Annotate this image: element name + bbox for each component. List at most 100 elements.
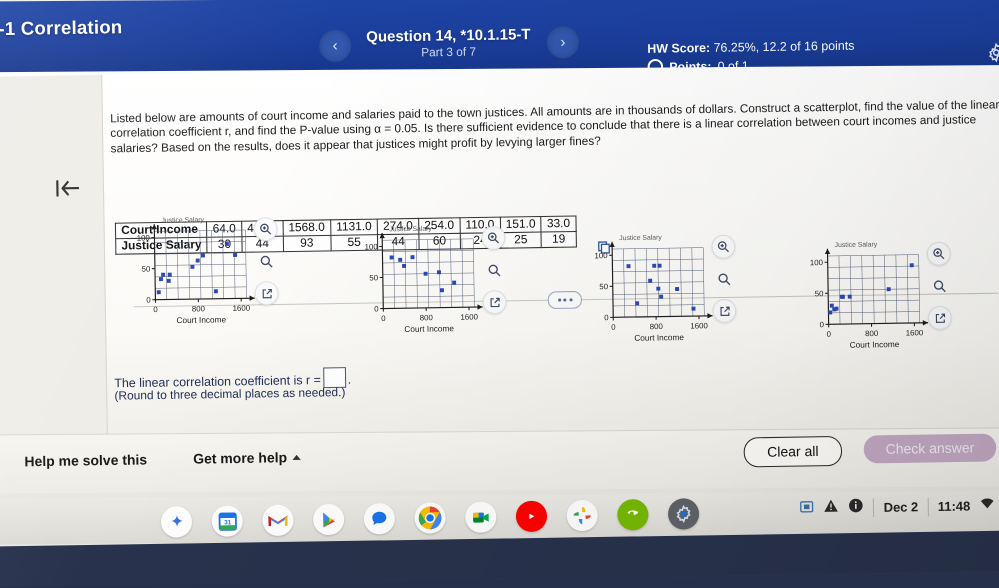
action-bar: tip Help me solve this Get more help Cle… (0, 427, 999, 493)
svg-text:0: 0 (153, 305, 158, 314)
dot-icon (569, 298, 572, 301)
scatterplot-b[interactable]: 0 800 1600 0 50 100 Justice Salary Court Income (357, 224, 485, 347)
youtube-icon[interactable] (516, 501, 548, 533)
zoom-out-icon[interactable] (712, 267, 736, 291)
gemini-icon[interactable] (161, 506, 193, 538)
scatterplot-a[interactable]: 08001600050100Justice SalaryCourt Income (129, 215, 257, 338)
clear-all-label: Clear all (767, 444, 819, 460)
warning-triangle-icon[interactable] (823, 498, 839, 519)
zoom-out-icon[interactable] (927, 274, 951, 298)
svg-text:800: 800 (192, 304, 206, 313)
clear-all-button[interactable]: Clear all (743, 436, 842, 468)
svg-text:0: 0 (611, 323, 616, 332)
svg-text:0: 0 (381, 314, 386, 323)
google-messages-icon[interactable] (364, 503, 396, 535)
check-answer-button[interactable]: Check answer (864, 433, 997, 463)
shelf-time[interactable]: 11:48 (938, 499, 971, 514)
previous-question-button[interactable]: ‹ (319, 30, 352, 63)
device-screen: Lance Hedgecoth 12/02/24 11:48 AM 10-1 C… (0, 0, 999, 587)
svg-text:100: 100 (810, 258, 824, 267)
open-in-new-window-icon[interactable] (928, 306, 952, 330)
svg-text:0: 0 (820, 320, 825, 329)
svg-text:Justice Salary: Justice Salary (389, 226, 432, 234)
google-photos-icon[interactable] (566, 500, 598, 532)
svg-text:1600: 1600 (232, 304, 250, 313)
answer-option-b[interactable]: 0 800 1600 0 50 100 Justice Salary Court Income (357, 223, 540, 350)
tray-divider (873, 499, 874, 518)
svg-text:800: 800 (650, 322, 664, 331)
open-in-new-window-icon[interactable] (255, 281, 279, 305)
zoom-out-icon[interactable] (482, 258, 506, 282)
screen-capture-icon[interactable] (800, 499, 815, 519)
tray-divider (927, 498, 928, 517)
svg-text:Court Income: Court Income (850, 340, 900, 350)
svg-text:Justice Salary: Justice Salary (161, 217, 204, 225)
collapse-panel-icon[interactable] (54, 177, 81, 200)
question-part: Part 3 of 7 (350, 45, 547, 61)
question-text: Listed below are amounts of court income… (110, 98, 999, 157)
wifi-icon[interactable] (979, 496, 995, 517)
settings-icon[interactable] (668, 498, 700, 530)
answer-option-c[interactable]: 08001600050100Justice SalaryCourt Income (587, 232, 770, 359)
correlation-coefficient-input[interactable] (323, 367, 346, 388)
chevron-right-icon: › (560, 33, 565, 51)
svg-text:50: 50 (141, 265, 151, 274)
shelf-app-list: 31 (161, 498, 700, 537)
google-meet-icon[interactable] (465, 501, 497, 533)
shelf-date[interactable]: Dec 2 (884, 500, 919, 515)
dot-icon (558, 299, 561, 302)
nvidia-icon[interactable] (617, 499, 649, 531)
svg-text:Court Income: Court Income (404, 324, 454, 334)
answer-option-d[interactable]: 08001600050100Justice SalaryCourt Income (803, 239, 986, 366)
svg-text:Justice Salary: Justice Salary (619, 234, 662, 242)
answer-period: . (348, 372, 352, 387)
plot-tools-c (711, 235, 736, 323)
assignment-title: 10-1 Correlation (0, 17, 123, 41)
info-circle-icon[interactable] (848, 498, 864, 519)
open-in-new-window-icon[interactable] (482, 290, 506, 314)
svg-text:50: 50 (369, 273, 379, 282)
scatterplot-d[interactable]: 08001600050100Justice SalaryCourt Income (803, 240, 931, 363)
zoom-in-icon[interactable] (254, 217, 278, 241)
svg-text:100: 100 (364, 242, 378, 251)
svg-text:1600: 1600 (906, 328, 924, 337)
chevron-left-icon: ‹ (332, 37, 337, 55)
svg-text:31: 31 (224, 519, 232, 526)
svg-text:0: 0 (827, 330, 832, 339)
open-in-new-window-icon[interactable] (712, 299, 736, 323)
scatterplot-c[interactable]: 08001600050100Justice SalaryCourt Income (587, 233, 715, 356)
svg-text:Court Income: Court Income (176, 315, 226, 325)
svg-text:0: 0 (374, 304, 379, 313)
google-calendar-icon[interactable]: 31 (211, 505, 243, 537)
get-more-help-button[interactable]: Get more help (193, 450, 301, 467)
play-store-icon[interactable] (313, 504, 345, 536)
system-tray[interactable]: Dec 2 11:48 (800, 495, 999, 519)
answer-option-a[interactable]: 08001600050100Justice SalaryCourt Income (129, 214, 312, 341)
svg-text:1600: 1600 (690, 321, 708, 330)
svg-text:800: 800 (865, 329, 879, 338)
gmail-icon[interactable] (262, 505, 294, 537)
svg-text:0: 0 (146, 296, 151, 305)
chrome-icon[interactable] (414, 502, 446, 534)
svg-text:Justice Salary: Justice Salary (835, 241, 878, 249)
zoom-in-icon[interactable] (711, 235, 735, 259)
caret-up-icon (292, 455, 300, 460)
dot-icon (563, 298, 566, 301)
zoom-in-icon[interactable] (927, 242, 951, 266)
hw-score-value: 76.25%, 12.2 of 16 points (713, 38, 854, 55)
help-me-solve-this-button[interactable]: Help me solve this (24, 452, 147, 469)
svg-text:1600: 1600 (460, 312, 478, 321)
next-question-button[interactable]: › (547, 26, 580, 59)
table-cell: 19 (541, 232, 576, 248)
hw-score-row: HW Score: 76.25%, 12.2 of 16 points (647, 38, 854, 56)
zoom-in-icon[interactable] (481, 226, 505, 250)
svg-text:800: 800 (420, 313, 434, 322)
more-options-button[interactable] (548, 291, 582, 309)
svg-text:Court Income: Court Income (634, 333, 684, 343)
check-answer-label: Check answer (886, 440, 975, 457)
left-rail (0, 75, 108, 444)
get-more-help-label: Get more help (193, 450, 287, 467)
plot-tools-b (481, 226, 506, 314)
zoom-out-icon[interactable] (254, 249, 278, 273)
question-panel: Listed below are amounts of court income… (0, 65, 999, 440)
